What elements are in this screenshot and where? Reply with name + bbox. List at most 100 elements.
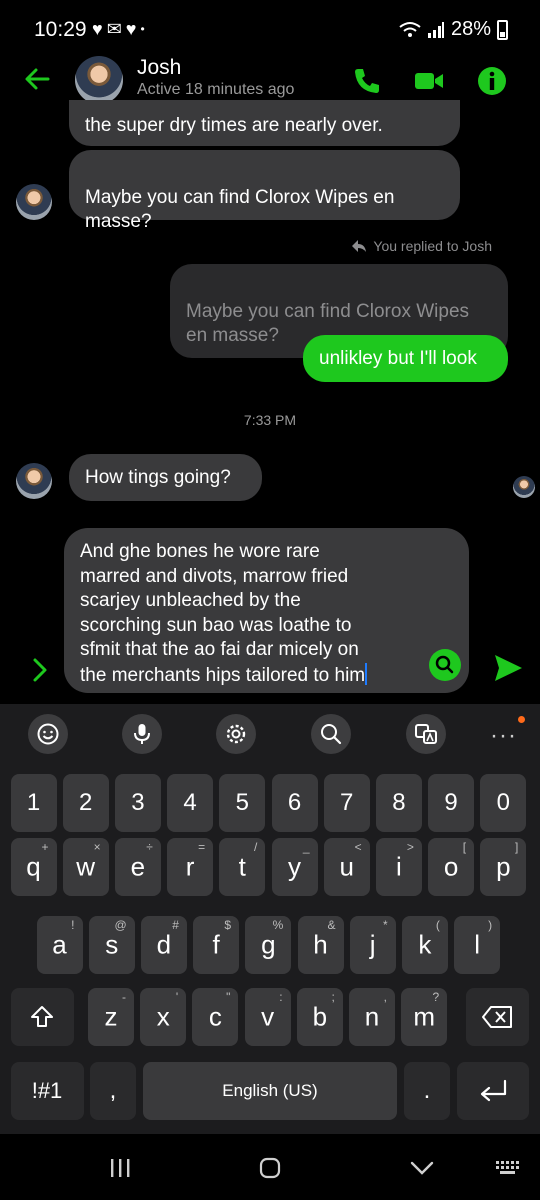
translate-icon[interactable] xyxy=(406,714,446,754)
space-key[interactable]: English (US) xyxy=(143,1062,397,1120)
key-7[interactable]: 7 xyxy=(323,774,370,832)
key-l[interactable]: ) l xyxy=(454,916,501,974)
key-label: q xyxy=(26,851,41,882)
keyboard-switch-icon[interactable] xyxy=(494,1156,520,1180)
key-label: j xyxy=(369,929,376,960)
key-label: 9 xyxy=(444,789,458,816)
info-icon[interactable] xyxy=(477,66,507,96)
video-camera-icon[interactable] xyxy=(414,66,444,96)
key-5[interactable]: 5 xyxy=(219,774,266,832)
key-label: 0 xyxy=(496,789,510,816)
key-9[interactable]: 9 xyxy=(428,774,475,832)
message-input-text: And ghe bones he wore rare marred and di… xyxy=(80,541,366,686)
period-key[interactable]: . xyxy=(404,1062,450,1120)
key-label: s xyxy=(105,929,119,960)
key-t[interactable]: / t xyxy=(219,838,266,896)
key-1[interactable]: 1 xyxy=(10,774,57,832)
contact-name[interactable]: Josh xyxy=(137,56,181,80)
key-h[interactable]: & h xyxy=(297,916,344,974)
key-i[interactable]: > i xyxy=(375,838,422,896)
key-e[interactable]: ÷ e xyxy=(114,838,161,896)
chevron-right-icon[interactable] xyxy=(28,656,52,684)
notification-icons: ♥ ✉ ♥ • xyxy=(92,20,145,38)
enter-key[interactable] xyxy=(457,1062,529,1120)
shift-icon xyxy=(30,1006,53,1027)
key-z[interactable]: -z xyxy=(88,988,134,1046)
shift-key[interactable] xyxy=(10,988,74,1046)
reply-note: You replied to Josh xyxy=(351,238,492,254)
timestamp: 7:33 PM xyxy=(243,412,297,428)
key-n[interactable]: ,n xyxy=(349,988,395,1046)
keyboard: ··· 1 2 3 4 5 6 7 8 9 0 + q × w ÷ e = r / t _ y < u > i[o] p ! a @ s # d… xyxy=(0,704,540,1134)
key-label: r xyxy=(185,851,195,882)
key-m[interactable]: ? m xyxy=(401,988,448,1046)
key-u[interactable]: < u xyxy=(323,838,370,896)
key-label: !#1 xyxy=(31,1078,63,1103)
back-icon[interactable] xyxy=(409,1156,435,1180)
key-label: z xyxy=(104,1001,118,1032)
key-x[interactable]: ' x xyxy=(140,988,187,1046)
key-s[interactable]: @ s xyxy=(88,916,135,974)
message-bubble-josh-2[interactable]: How tings going? xyxy=(69,454,262,501)
recents-icon[interactable] xyxy=(108,1156,132,1180)
message-bubble-josh-1[interactable]: Maybe you can find Clorox Wipes en masse… xyxy=(69,150,460,232)
key-label: y xyxy=(288,851,301,882)
key-r[interactable]: = r xyxy=(167,838,214,896)
search-icon[interactable] xyxy=(429,649,461,681)
my-message-bubble[interactable]: unlikley but I'll look xyxy=(303,335,508,382)
key-label: 2 xyxy=(79,789,93,816)
backspace-key[interactable] xyxy=(466,988,529,1046)
emoji-icon[interactable] xyxy=(28,714,68,754)
key-label: i xyxy=(396,851,402,882)
josh-avatar[interactable] xyxy=(16,463,52,499)
key-0[interactable]: 0 xyxy=(480,774,527,832)
key-d[interactable]: # d xyxy=(140,916,187,974)
key-p[interactable]: ] p xyxy=(480,838,527,896)
send-icon[interactable] xyxy=(492,652,524,684)
key-label: w xyxy=(76,851,96,882)
message-bubble-partial[interactable]: the super dry times are nearly over. xyxy=(69,100,460,146)
josh-avatar[interactable] xyxy=(16,184,52,220)
heart-icon: ♥ xyxy=(125,19,137,39)
key-g[interactable]: % g xyxy=(245,916,292,974)
key-q[interactable]: + q xyxy=(10,838,57,896)
key-label: 7 xyxy=(340,789,354,816)
key-2[interactable]: 2 xyxy=(62,774,109,832)
key-o[interactable]: [o xyxy=(428,838,475,896)
back-arrow-icon[interactable] xyxy=(22,64,52,94)
key-c[interactable]: " c xyxy=(192,988,239,1046)
key-label: 8 xyxy=(392,789,406,816)
key-a[interactable]: ! a xyxy=(36,916,83,974)
key-8[interactable]: 8 xyxy=(375,774,422,832)
contact-avatar[interactable] xyxy=(75,56,123,104)
key-label: g xyxy=(261,929,276,960)
key-label: a xyxy=(52,929,67,960)
home-icon[interactable] xyxy=(258,1156,282,1180)
key-label: l xyxy=(474,929,480,960)
key-j[interactable]: * j xyxy=(349,916,396,974)
key-y[interactable]: _ y xyxy=(271,838,318,896)
key-6[interactable]: 6 xyxy=(271,774,318,832)
key-w[interactable]: × w xyxy=(62,838,109,896)
message-input[interactable]: And ghe bones he wore rare marred and di… xyxy=(64,528,469,693)
key-label: , xyxy=(109,1077,117,1104)
search-icon[interactable] xyxy=(311,714,351,754)
phone-icon[interactable] xyxy=(352,66,382,96)
comma-key[interactable]: , xyxy=(90,1062,136,1120)
key-f[interactable]: $ f xyxy=(193,916,240,974)
key-label: k xyxy=(418,929,432,960)
key-label: f xyxy=(212,929,220,960)
key-3[interactable]: 3 xyxy=(114,774,161,832)
key-k[interactable]: (k xyxy=(401,916,448,974)
key-label: o xyxy=(443,851,459,882)
key-4[interactable]: 4 xyxy=(167,774,214,832)
key-label: t xyxy=(238,851,246,882)
settings-icon[interactable] xyxy=(216,714,256,754)
key-v[interactable]: :v xyxy=(244,988,291,1046)
key-label: x xyxy=(156,1001,170,1032)
symbols-key[interactable]: !#1 xyxy=(10,1062,84,1120)
key-label: 3 xyxy=(131,789,145,816)
microphone-icon[interactable] xyxy=(122,714,162,754)
more-options-icon[interactable]: ··· xyxy=(490,722,517,750)
key-b[interactable]: ; b xyxy=(296,988,343,1046)
